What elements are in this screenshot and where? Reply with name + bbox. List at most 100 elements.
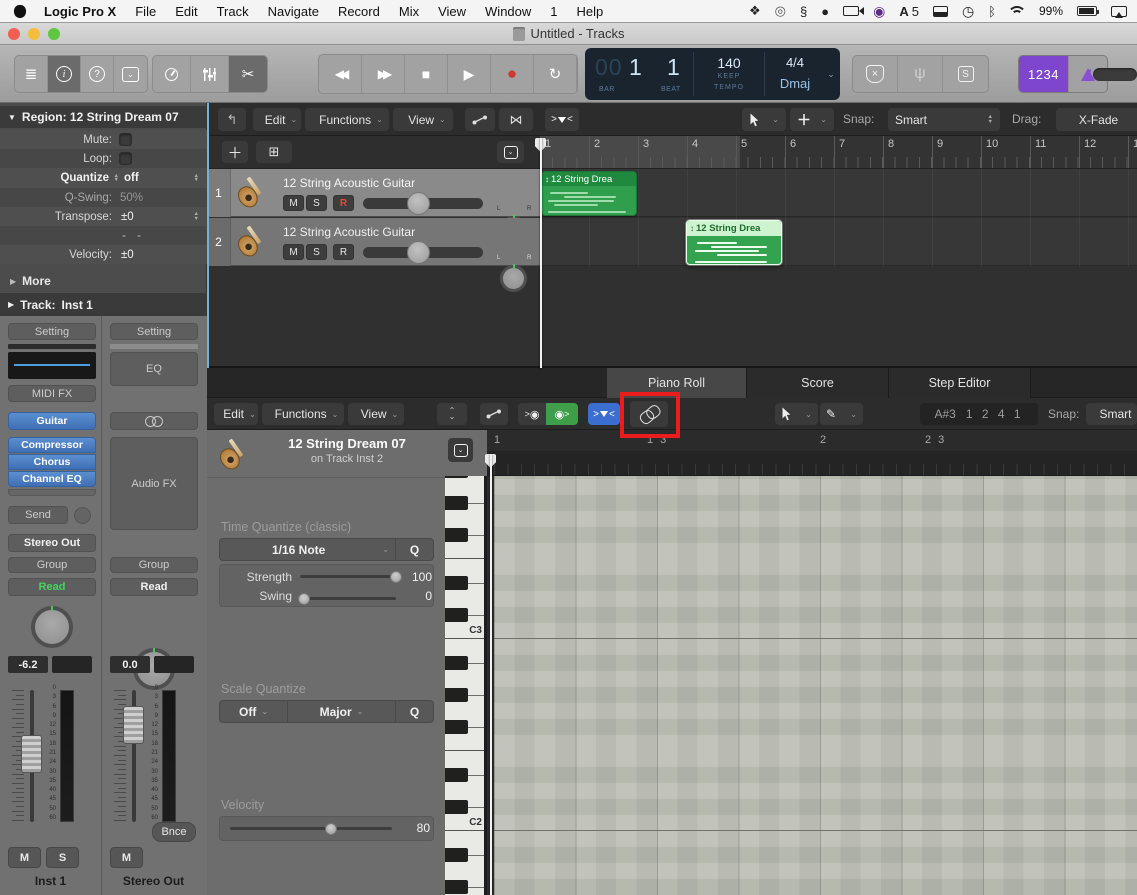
ruler-bar-11[interactable]: 11 [1030, 136, 1079, 169]
lcd-chevron-icon[interactable]: ⌄ [825, 68, 837, 80]
pr-local-inspector-toggle[interactable]: ⌄ [448, 438, 473, 462]
flex-button[interactable]: ⋈ [499, 108, 533, 131]
adobe-icon[interactable]: A5 [899, 4, 919, 19]
time-machine-icon[interactable]: ◷ [962, 3, 974, 20]
strip1-empty-slot[interactable] [8, 489, 96, 496]
strip2-automation-button[interactable]: Read [110, 578, 198, 596]
ruler-bar-3[interactable]: 3 [638, 136, 687, 169]
scale-quantize-apply-button[interactable]: Q [395, 701, 433, 722]
record-button[interactable]: ● [491, 55, 534, 93]
strip1-name[interactable]: Inst 1 [0, 874, 101, 888]
midi-region-1[interactable]: ↕12 String Drea [541, 171, 637, 216]
drag-menu[interactable]: X-Fade [1056, 108, 1137, 131]
minimize-window-button[interactable] [28, 28, 40, 40]
evernote-icon[interactable]: ● [821, 4, 829, 19]
pr-automation-button[interactable] [480, 403, 508, 425]
battery-icon[interactable] [1077, 6, 1097, 16]
bar-ruler[interactable]: 12345678910111213 [540, 136, 1137, 169]
strip1-send-knob[interactable] [74, 507, 91, 524]
camera-icon[interactable] [843, 6, 859, 16]
duplicate-track-button[interactable]: ⊞ [256, 141, 292, 163]
strip2-gain-bar[interactable] [110, 344, 198, 349]
menu-record[interactable]: Record [338, 4, 380, 19]
track-header-2[interactable]: 2 12 String Acoustic Guitar M S R L R [207, 218, 540, 266]
loop-checkbox[interactable] [119, 152, 132, 165]
pr-tick-strip[interactable] [487, 452, 1137, 476]
ruler-bar-5[interactable]: 5 [736, 136, 785, 169]
strip2-volume-value[interactable]: 0.0 [110, 656, 150, 673]
pr-snap-menu[interactable]: Smart [1086, 403, 1137, 425]
ruler-bar-1[interactable]: 1 [540, 136, 589, 169]
menu-track[interactable]: Track [217, 4, 249, 19]
window-title-bar[interactable]: Untitled - Tracks [0, 23, 1137, 45]
strip2-setting-button[interactable]: Setting [110, 323, 198, 340]
track2-volume-knob[interactable] [407, 241, 430, 264]
strip1-midi-fx-slot[interactable]: MIDI FX [8, 385, 96, 402]
menu-mix[interactable]: Mix [399, 4, 419, 19]
track2-pan-knob[interactable] [500, 265, 527, 292]
quantize-value[interactable]: off [124, 172, 152, 184]
quantize-stepper[interactable]: ▲▼ [114, 174, 119, 183]
track1-volume-knob[interactable] [407, 192, 430, 215]
track1-record-button[interactable]: R [333, 195, 354, 211]
bluetooth-icon[interactable]: ᛒ [988, 4, 996, 19]
menu-edit[interactable]: Edit [175, 4, 197, 19]
strip1-mute-button[interactable]: M [8, 847, 41, 868]
mute-checkbox[interactable] [119, 133, 132, 146]
strip1-plugin-channel-eq[interactable]: Channel EQ [8, 471, 96, 487]
lcd-display[interactable]: 00 1 1 BAR BEAT 140 KEEP TEMPO 4/4 Dmaj … [585, 48, 840, 100]
close-window-button[interactable] [8, 28, 20, 40]
ruler-bar-6[interactable]: 6 [785, 136, 834, 169]
section-icon[interactable]: § [800, 4, 807, 19]
library-button[interactable]: ≣ [15, 56, 48, 92]
no-input-monitoring-button[interactable]: × [853, 56, 898, 92]
swing-slider[interactable] [300, 597, 396, 600]
strip1-send-button[interactable]: Send [8, 506, 68, 524]
transpose-stepper[interactable]: ▲▼ [194, 212, 199, 221]
track2-record-button[interactable]: R [333, 244, 354, 260]
ruler-bar-4[interactable]: 4 [687, 136, 736, 169]
more-disclosure-icon[interactable]: ▶ [10, 277, 16, 286]
secondary-tool-menu[interactable]: ＋⌄ [790, 108, 834, 131]
black-key[interactable] [445, 608, 468, 622]
scale-root-menu[interactable]: Off⌄ [220, 701, 288, 722]
count-in-button[interactable]: 1234 [1019, 56, 1069, 92]
menu-view[interactable]: View [438, 4, 466, 19]
pr-pointer-tool-menu[interactable]: ⌄ [775, 403, 818, 425]
black-key[interactable] [445, 476, 468, 478]
time-quantize-menu[interactable]: 1/16 Note ⌄ Q [219, 538, 434, 561]
black-key[interactable] [445, 688, 468, 702]
velocity-value[interactable]: ±0 [121, 249, 149, 261]
scale-type-menu[interactable]: Major⌄ [288, 701, 395, 722]
tracks-playhead[interactable] [540, 138, 542, 368]
app-menu[interactable]: Logic Pro X [44, 4, 116, 19]
tuner-button[interactable]: ψ [898, 56, 943, 92]
black-key[interactable] [445, 800, 468, 814]
rewind-button[interactable]: ◀◀ [319, 55, 362, 93]
strip1-setting-button[interactable]: Setting [8, 323, 96, 340]
strip2-name[interactable]: Stereo Out [103, 874, 204, 888]
tab-score[interactable]: Score [747, 368, 889, 398]
strip1-output-button[interactable]: Stereo Out [8, 534, 96, 552]
smart-controls-button[interactable] [153, 56, 191, 92]
ruler-bar-2[interactable]: 2 [589, 136, 638, 169]
creative-cloud-icon[interactable]: ◎ [775, 3, 786, 19]
ruler-bar-9[interactable]: 9 [932, 136, 981, 169]
black-key[interactable] [445, 848, 468, 862]
track1-name[interactable]: 12 String Acoustic Guitar [283, 176, 415, 190]
pointer-tool-menu[interactable]: ⌄ [742, 108, 786, 131]
region-more-row[interactable]: ▶ More [0, 271, 207, 291]
pr-view-menu[interactable]: View⌄ [348, 403, 404, 425]
tracks-functions-menu[interactable]: Functions⌄ [305, 108, 389, 131]
track1-solo-button[interactable]: S [306, 195, 327, 211]
black-key[interactable] [445, 656, 468, 670]
velocity-slider[interactable] [230, 827, 392, 830]
menu-1[interactable]: 1 [550, 4, 557, 19]
wifi-icon[interactable] [1010, 6, 1025, 17]
pr-functions-menu[interactable]: Functions⌄ [262, 403, 344, 425]
strip2-fader-handle[interactable] [123, 706, 144, 744]
midi-in-button[interactable]: >◉ [518, 403, 546, 425]
solo-mode-button[interactable]: S [943, 56, 988, 92]
black-key[interactable] [445, 496, 468, 510]
stop-button[interactable]: ■ [405, 55, 448, 93]
